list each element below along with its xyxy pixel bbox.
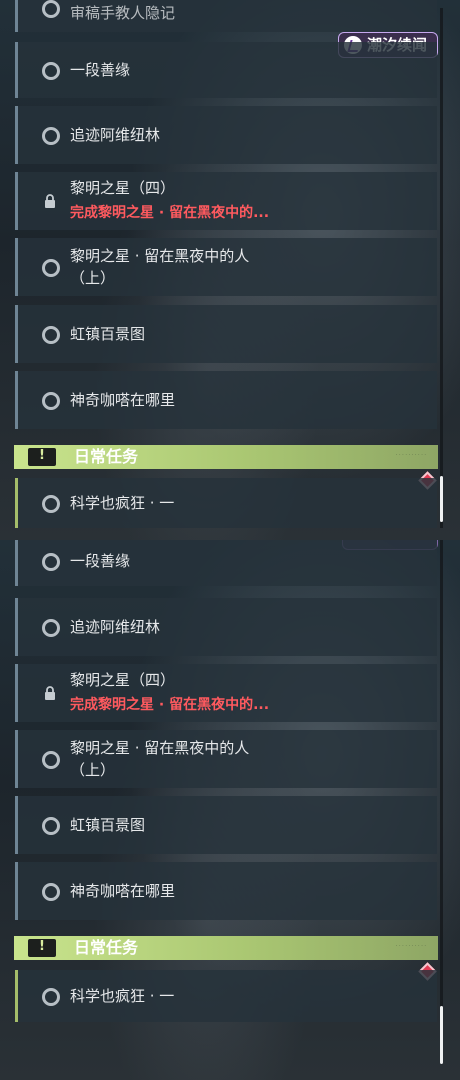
quest-row-locked[interactable]: 黎明之星（四） 完成黎明之星 · 留在黑夜中的...	[15, 172, 437, 230]
quest-title: 黎明之星 · 留在黑夜中的人	[70, 739, 250, 757]
quest-row[interactable]: 一段善缘	[15, 540, 437, 586]
quest-row[interactable]: 黎明之星 · 留在黑夜中的人 （上）	[15, 730, 437, 788]
header-decoration: · · · · · · · · · ·	[395, 943, 426, 949]
exclamation-icon: !	[28, 939, 56, 957]
quest-title: 黎明之星 · 留在黑夜中的人	[70, 247, 250, 265]
circle-icon	[42, 0, 60, 18]
circle-icon	[42, 988, 60, 1006]
daily-quest-header[interactable]: ! 日常任务 · · · · · · · · · ·	[14, 445, 438, 469]
daily-quest-row[interactable]: 科学也疯狂 · 一	[15, 478, 437, 528]
scrollbar-track[interactable]	[440, 8, 443, 528]
exclamation-icon: !	[28, 448, 56, 466]
quest-panel-bottom: 一段善缘 追迹阿维纽林 黎明之星（四） 完成黎明之星 · 留在黑夜中的... 黎…	[0, 540, 460, 1080]
quest-title: 黎明之星（四）	[70, 179, 176, 197]
quest-title: 虹镇百景图	[70, 816, 146, 834]
quest-row[interactable]: 追迹阿维纽林	[15, 106, 437, 164]
quest-row[interactable]: 追迹阿维纽林	[15, 598, 437, 656]
circle-icon	[42, 883, 60, 901]
quest-title: 黎明之星（四）	[70, 671, 176, 689]
circle-icon	[42, 326, 60, 344]
quest-title: 一段善缘	[70, 552, 131, 570]
quest-title: 虹镇百景图	[70, 325, 146, 343]
circle-icon	[42, 495, 60, 513]
quest-title: 追迹阿维纽林	[70, 126, 161, 144]
quest-requirement: 完成黎明之星 · 留在黑夜中的...	[70, 205, 270, 221]
scrollbar-track[interactable]	[440, 540, 443, 1064]
quest-row-locked[interactable]: 黎明之星（四） 完成黎明之星 · 留在黑夜中的...	[15, 664, 437, 722]
quest-requirement: 完成黎明之星 · 留在黑夜中的...	[70, 697, 270, 713]
quest-title-line2: （上）	[70, 761, 116, 779]
circle-icon	[42, 553, 60, 571]
daily-quest-header-title: 日常任务	[74, 447, 139, 466]
circle-icon	[42, 259, 60, 277]
circle-icon	[42, 619, 60, 637]
daily-quest-row[interactable]: 科学也疯狂 · 一	[15, 970, 437, 1022]
quest-row[interactable]: 虹镇百景图	[15, 305, 437, 363]
quest-panel-top: 审稿手教人隐记 潮汐续闻 一段善缘 追迹阿维纽林 黎明之星（四） 完成黎明之星 …	[0, 0, 460, 540]
circle-icon	[42, 127, 60, 145]
circle-icon	[42, 751, 60, 769]
quest-row[interactable]: 虹镇百景图	[15, 796, 437, 854]
quest-title: 一段善缘	[70, 61, 131, 79]
quest-title: 科学也疯狂 · 一	[70, 987, 175, 1005]
circle-icon	[42, 817, 60, 835]
scrollbar-thumb[interactable]	[440, 1006, 443, 1064]
circle-icon	[42, 62, 60, 80]
lock-icon	[45, 194, 55, 208]
quest-title: 神奇咖嗒在哪里	[70, 391, 176, 409]
quest-title: 科学也疯狂 · 一	[70, 494, 175, 512]
quest-title-line2: （上）	[70, 269, 116, 287]
daily-quest-header-title: 日常任务	[74, 938, 139, 957]
quest-title: 神奇咖嗒在哪里	[70, 882, 176, 900]
quest-title: 追迹阿维纽林	[70, 618, 161, 636]
quest-row-partial[interactable]: 审稿手教人隐记	[15, 0, 437, 32]
quest-title: 审稿手教人隐记	[70, 4, 176, 22]
scrollbar-thumb[interactable]	[440, 476, 443, 522]
header-decoration: · · · · · · · · · ·	[395, 452, 426, 458]
quest-row[interactable]: 黎明之星 · 留在黑夜中的人 （上）	[15, 238, 437, 296]
quest-row[interactable]: 神奇咖嗒在哪里	[15, 371, 437, 429]
daily-quest-header[interactable]: ! 日常任务 · · · · · · · · · ·	[14, 936, 438, 960]
lock-icon	[45, 686, 55, 700]
quest-row[interactable]: 一段善缘	[15, 42, 437, 98]
quest-row[interactable]: 神奇咖嗒在哪里	[15, 862, 437, 920]
circle-icon	[42, 392, 60, 410]
